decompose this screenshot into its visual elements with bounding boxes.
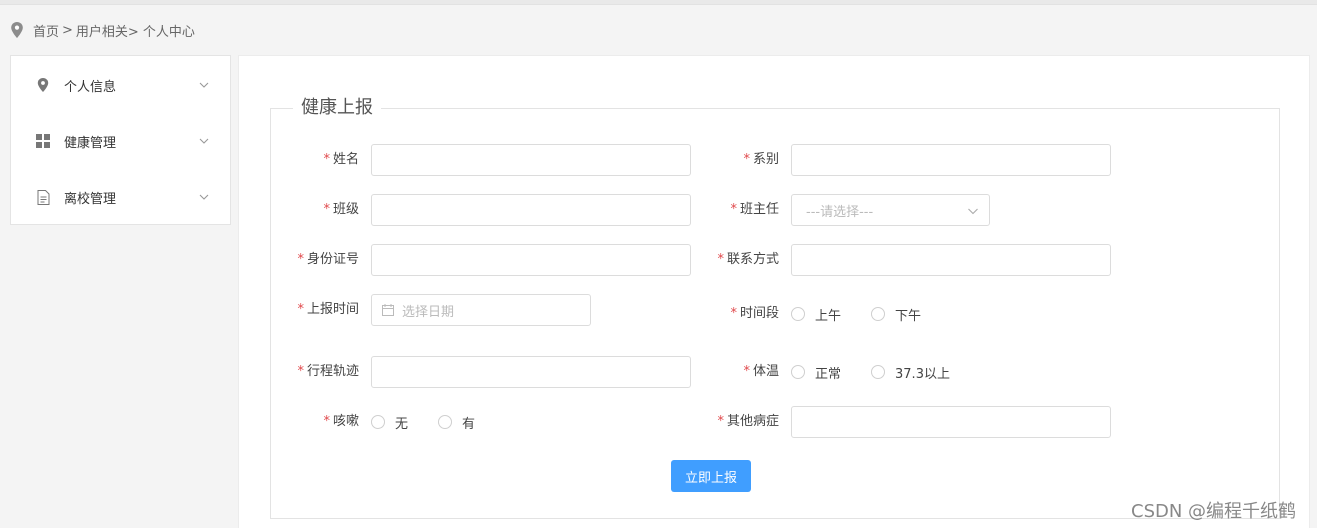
radio-label: 37.3以上 <box>895 366 950 382</box>
radio-circle[interactable] <box>791 307 805 321</box>
breadcrumb-home[interactable]: 首页 <box>33 21 59 40</box>
location-pin-icon <box>11 22 23 38</box>
breadcrumb-section[interactable]: 用户相关> <box>76 21 139 40</box>
cough-label-text: 咳嗽 <box>332 414 359 429</box>
required-mark: * <box>730 306 737 321</box>
radio-circle[interactable] <box>438 415 453 429</box>
required-mark: * <box>297 252 304 267</box>
sidebar: 个人信息 健康管理 离校管理 <box>10 55 231 225</box>
itinerary-label-text: 行程轨迹 <box>306 364 359 379</box>
breadcrumb-current: 个人中心 <box>142 24 195 40</box>
radio-label: 无 <box>395 416 409 432</box>
radio-label: 上午 <box>815 308 842 324</box>
required-mark: * <box>743 364 750 379</box>
temperature-high-radio[interactable]: 37.3以上 <box>871 363 950 382</box>
contact-label-text: 联系方式 <box>726 252 779 267</box>
radio-label: 正常 <box>815 366 842 382</box>
id-number-label: * 身份证号 <box>259 252 359 268</box>
submit-report-button[interactable]: 立即上报 <box>671 460 751 492</box>
required-mark: * <box>323 414 330 429</box>
radio-circle[interactable] <box>871 307 886 321</box>
id-number-input[interactable] <box>371 244 691 276</box>
department-input[interactable] <box>791 144 1111 176</box>
report-time-label-text: 上报时间 <box>306 302 359 317</box>
temperature-radio-group: 正常 37.3以上 <box>791 363 950 382</box>
id-number-label-text: 身份证号 <box>306 252 359 267</box>
required-mark: * <box>730 202 737 217</box>
head-teacher-label: * 班主任 <box>679 202 779 218</box>
name-input[interactable] <box>371 144 691 176</box>
location-pin-icon <box>35 77 51 93</box>
select-placeholder: ---请选择--- <box>806 204 874 220</box>
radio-circle[interactable] <box>791 365 805 379</box>
class-label: * 班级 <box>259 202 359 218</box>
health-report-form: 健康上报 * 姓名 * 系别 * 班级 * 班主任 ---请选择--- * 身份证号 * 联… <box>270 97 1280 519</box>
name-label: * 姓名 <box>259 152 359 168</box>
radio-circle[interactable] <box>871 365 886 379</box>
chevron-down-icon <box>199 82 209 88</box>
time-period-label: * 时间段 <box>679 306 779 322</box>
other-symptoms-input[interactable] <box>791 406 1111 438</box>
breadcrumb: 首页 > 用户相关> 个人中心 <box>10 21 195 40</box>
required-mark: * <box>323 152 330 167</box>
report-time-label: * 上报时间 <box>259 302 359 318</box>
itinerary-label: * 行程轨迹 <box>259 364 359 380</box>
class-input[interactable] <box>371 194 691 226</box>
head-teacher-label-text: 班主任 <box>739 202 779 217</box>
calendar-icon <box>382 304 394 316</box>
head-teacher-select[interactable]: ---请选择--- <box>791 194 990 226</box>
date-placeholder: 选择日期 <box>402 304 455 320</box>
itinerary-input[interactable] <box>371 356 691 388</box>
required-mark: * <box>717 414 724 429</box>
required-mark: * <box>743 152 750 167</box>
chevron-down-icon <box>199 194 209 200</box>
sidebar-item-health-management[interactable]: 健康管理 <box>11 113 230 169</box>
contact-input[interactable] <box>791 244 1111 276</box>
chevron-down-icon <box>968 208 978 215</box>
document-icon <box>35 189 51 205</box>
sidebar-item-label: 个人信息 <box>64 79 117 95</box>
time-period-afternoon-radio[interactable]: 下午 <box>871 305 921 324</box>
time-period-label-text: 时间段 <box>739 306 779 321</box>
temperature-label: * 体温 <box>679 364 779 380</box>
other-symptoms-label-text: 其他病症 <box>726 414 779 429</box>
sidebar-item-label: 健康管理 <box>64 135 117 151</box>
report-date-picker[interactable]: 选择日期 <box>371 294 591 326</box>
temperature-label-text: 体温 <box>752 364 779 379</box>
sidebar-item-label: 离校管理 <box>64 191 117 207</box>
grid-icon <box>35 133 51 149</box>
other-symptoms-label: * 其他病症 <box>679 414 779 430</box>
breadcrumb-separator: > <box>62 22 73 38</box>
department-label: * 系别 <box>679 152 779 168</box>
cough-label: * 咳嗽 <box>259 414 359 430</box>
chevron-down-icon <box>199 138 209 144</box>
cough-radio-group: 无 有 <box>371 413 475 432</box>
contact-label: * 联系方式 <box>679 252 779 268</box>
radio-label: 有 <box>462 416 476 432</box>
cough-yes-radio[interactable]: 有 <box>438 413 475 432</box>
required-mark: * <box>297 302 304 317</box>
sidebar-item-leave-school-management[interactable]: 离校管理 <box>11 169 230 225</box>
required-mark: * <box>323 202 330 217</box>
main-panel: 健康上报 * 姓名 * 系别 * 班级 * 班主任 ---请选择--- * 身份证号 * 联… <box>238 55 1310 528</box>
department-label-text: 系别 <box>752 152 779 167</box>
name-label-text: 姓名 <box>332 152 359 167</box>
radio-circle[interactable] <box>371 415 385 429</box>
sidebar-item-personal-info[interactable]: 个人信息 <box>11 57 230 113</box>
top-bar <box>0 0 1317 5</box>
time-period-radio-group: 上午 下午 <box>791 305 921 324</box>
required-mark: * <box>297 364 304 379</box>
required-mark: * <box>717 252 724 267</box>
watermark: CSDN @编程千纸鹤 <box>1131 501 1297 522</box>
form-title: 健康上报 <box>293 97 381 119</box>
cough-no-radio[interactable]: 无 <box>371 413 408 432</box>
radio-label: 下午 <box>895 308 922 324</box>
class-label-text: 班级 <box>332 202 359 217</box>
temperature-normal-radio[interactable]: 正常 <box>791 363 841 382</box>
time-period-morning-radio[interactable]: 上午 <box>791 305 841 324</box>
